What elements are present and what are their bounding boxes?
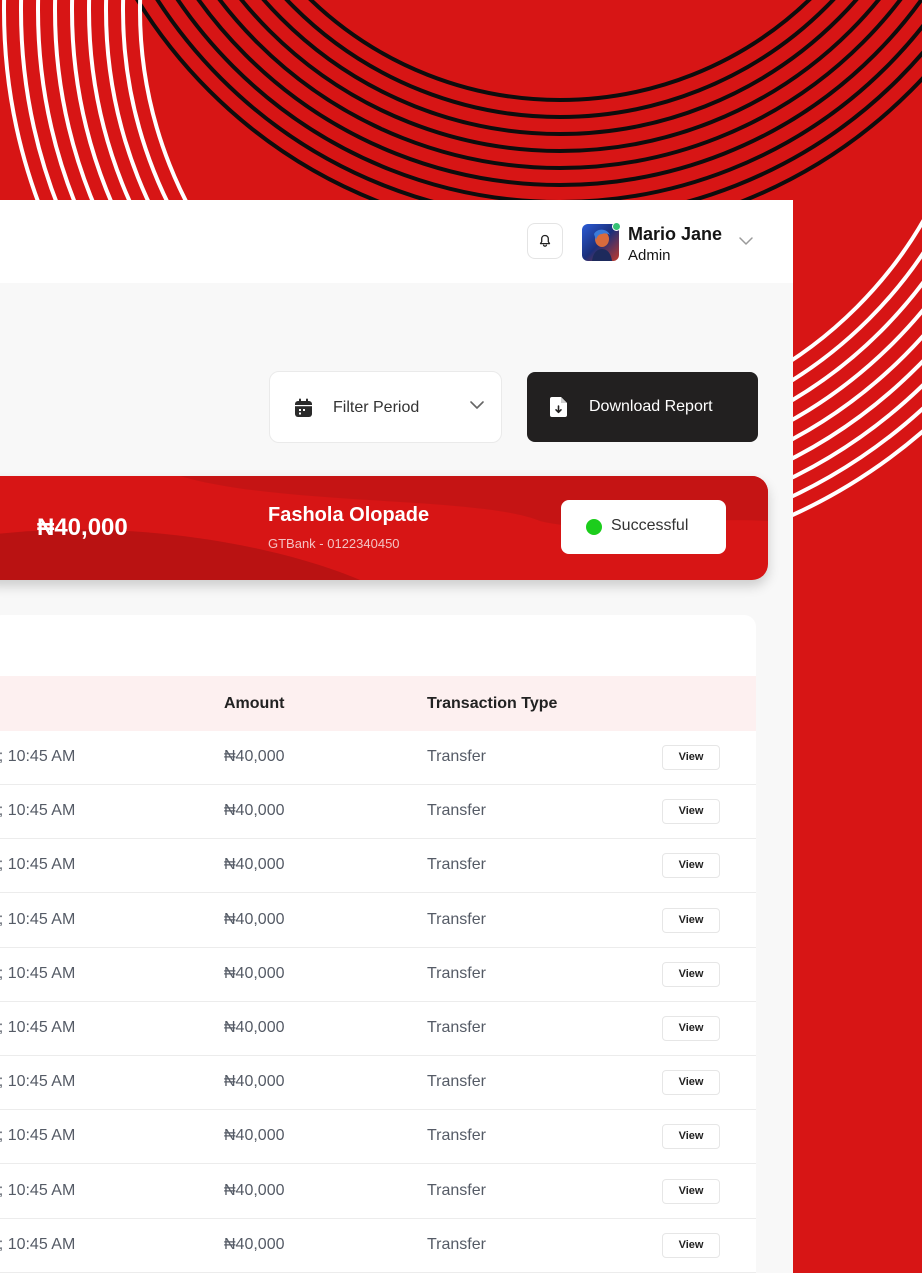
user-role: Admin — [628, 247, 671, 264]
avatar[interactable] — [582, 222, 621, 261]
cell-amount: ₦40,000 — [224, 964, 285, 982]
cell-date-time: 19; 10:45 AM — [0, 1127, 76, 1145]
view-button[interactable]: View — [662, 799, 720, 825]
table-row: 19; 10:45 AM ₦40,000 Transfer View — [0, 894, 756, 948]
view-button[interactable]: View — [662, 907, 720, 933]
table-row: 19; 10:45 AM ₦40,000 Transfer View — [0, 1110, 756, 1165]
cell-amount: ₦40,000 — [224, 1235, 285, 1253]
table-header-row: Amount Transaction Type — [0, 676, 756, 731]
cell-transaction-type: Transfer — [427, 964, 486, 982]
chevron-down-icon[interactable] — [738, 236, 754, 246]
online-status-dot — [612, 222, 621, 231]
view-button[interactable]: View — [662, 1124, 720, 1150]
recipient-bank: GTBank - 0122340450 — [268, 536, 400, 551]
chevron-down-icon — [470, 401, 484, 409]
status-badge: Successful — [561, 500, 726, 554]
cell-amount: ₦40,000 — [224, 1073, 285, 1091]
cell-date-time: 19; 10:45 AM — [0, 1181, 76, 1199]
download-report-label: Download Report — [589, 398, 713, 415]
summary-amount: ₦40,000 — [37, 514, 128, 541]
column-header-amount: Amount — [224, 695, 285, 712]
cell-amount: ₦40,000 — [224, 910, 285, 928]
top-bar: Mario Jane Admin — [0, 200, 793, 283]
view-button[interactable]: View — [662, 1070, 720, 1096]
recipient-name: Fashola Olopade — [268, 504, 430, 526]
table-row: 19; 10:45 AM ₦40,000 Transfer View — [0, 785, 756, 840]
table-row: 19; 10:45 AM ₦40,000 Transfer View — [0, 731, 756, 785]
cell-amount: ₦40,000 — [224, 1019, 285, 1036]
table-row: 19; 10:45 AM ₦40,000 Transfer View — [0, 1056, 756, 1111]
cell-date-time: 19; 10:45 AM — [0, 1019, 76, 1036]
cell-date-time: 19; 10:45 AM — [0, 856, 76, 874]
cell-amount: ₦40,000 — [224, 1127, 285, 1145]
cell-transaction-type: Transfer — [427, 1181, 486, 1199]
table-row: 19; 10:45 AM ₦40,000 Transfer View — [0, 948, 756, 1002]
status-text: Successful — [611, 517, 689, 534]
main-panel: Mario Jane Admin Filter Period Download … — [0, 200, 793, 1273]
cell-date-time: 19; 10:45 AM — [0, 802, 76, 820]
filter-period-label: Filter Period — [333, 399, 420, 416]
download-document-icon — [550, 397, 567, 417]
cell-amount: ₦40,000 — [224, 856, 285, 874]
cell-transaction-type: Transfer — [427, 1235, 486, 1253]
transactions-table: Amount Transaction Type 19; 10:45 AM ₦40,… — [0, 615, 756, 1273]
cell-transaction-type: Transfer — [427, 802, 486, 820]
notification-button[interactable] — [527, 223, 563, 259]
cell-transaction-type: Transfer — [427, 1073, 486, 1091]
cell-date-time: 19; 10:45 AM — [0, 1235, 76, 1253]
cell-transaction-type: Transfer — [427, 748, 486, 765]
calendar-icon — [295, 398, 312, 417]
table-row: 19; 10:45 AM ₦40,000 Transfer View — [0, 839, 756, 894]
cell-transaction-type: Transfer — [427, 1019, 486, 1036]
view-button[interactable]: View — [662, 1016, 720, 1041]
cell-amount: ₦40,000 — [224, 748, 285, 765]
bell-icon — [539, 234, 551, 247]
view-button[interactable]: View — [662, 961, 720, 987]
user-name: Mario Jane — [628, 224, 723, 244]
view-button[interactable]: View — [662, 853, 720, 879]
cell-date-time: 19; 10:45 AM — [0, 748, 76, 765]
transaction-summary-card: ₦40,000 Fashola Olopade GTBank - 0122340… — [0, 476, 768, 580]
cell-transaction-type: Transfer — [427, 1127, 486, 1145]
column-header-transaction-type: Transaction Type — [427, 695, 558, 712]
view-button[interactable]: View — [662, 745, 720, 770]
view-button[interactable]: View — [662, 1232, 720, 1258]
download-report-button[interactable]: Download Report — [527, 372, 758, 442]
cell-date-time: 19; 10:45 AM — [0, 910, 76, 928]
cell-amount: ₦40,000 — [224, 1181, 285, 1199]
cell-transaction-type: Transfer — [427, 856, 486, 874]
table-row: 19; 10:45 AM ₦40,000 Transfer View — [0, 1165, 756, 1219]
table-row: 19; 10:45 AM ₦40,000 Transfer View — [0, 1002, 756, 1056]
cell-date-time: 19; 10:45 AM — [0, 1073, 76, 1091]
view-button[interactable]: View — [662, 1178, 720, 1204]
cell-transaction-type: Transfer — [427, 910, 486, 928]
cell-amount: ₦40,000 — [224, 802, 285, 820]
table-row: 19; 10:45 AM ₦40,000 Transfer View — [0, 1219, 756, 1273]
cell-date-time: 19; 10:45 AM — [0, 964, 76, 982]
status-indicator-dot — [586, 519, 602, 535]
filter-period-dropdown[interactable]: Filter Period — [269, 371, 502, 443]
